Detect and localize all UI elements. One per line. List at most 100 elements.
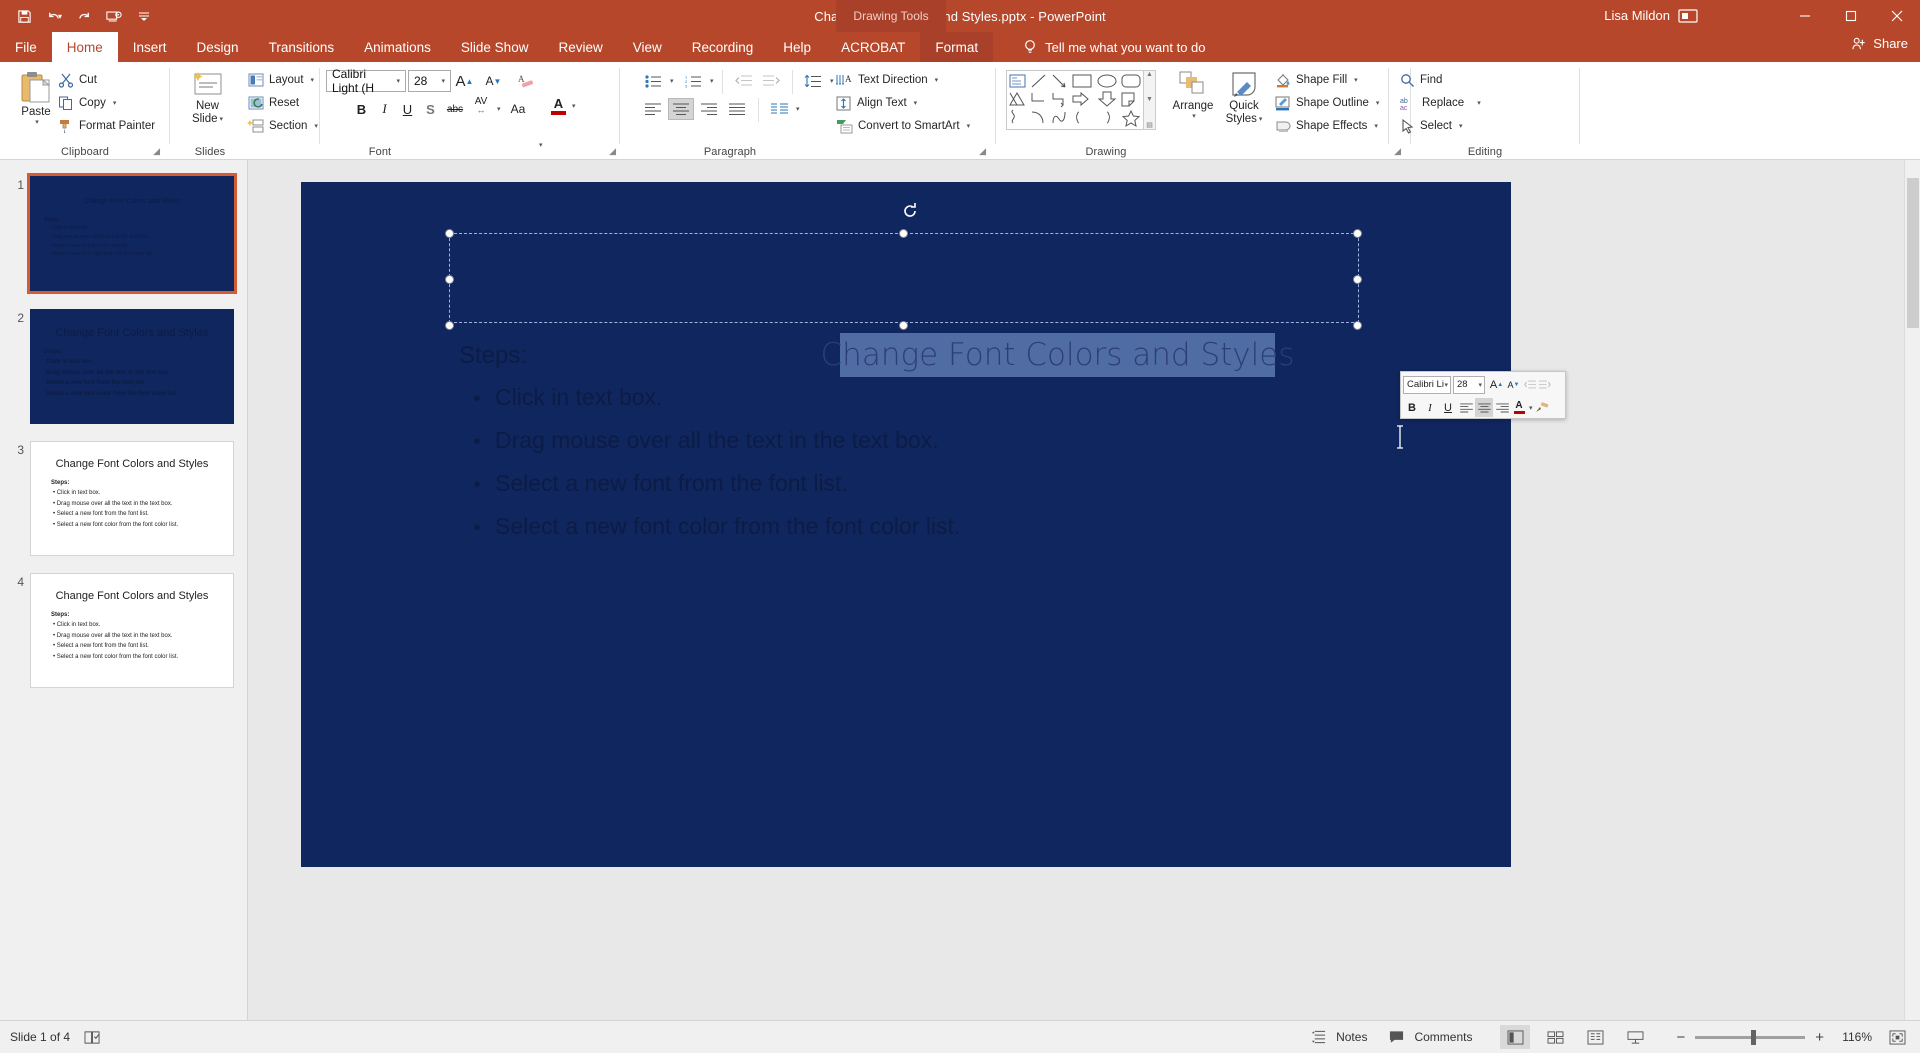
mini-align-left-button[interactable] (1457, 398, 1475, 417)
bold-button[interactable]: B (350, 98, 373, 120)
account-icon[interactable] (1678, 7, 1698, 30)
reset-button[interactable]: Reset (248, 93, 299, 113)
tab-transitions[interactable]: Transitions (254, 32, 350, 62)
align-center-button[interactable] (668, 98, 694, 120)
slide-thumbnail-pane[interactable]: 1 Change Font Colors and Styles Steps: C… (0, 160, 248, 1020)
slide-sorter-view-button[interactable] (1540, 1025, 1570, 1049)
resize-handle-bottom-right[interactable] (1353, 321, 1362, 330)
align-text-button[interactable]: Align Text ▾ (836, 93, 917, 113)
tab-format[interactable]: Format (920, 32, 994, 62)
vertical-scrollbar[interactable] (1904, 160, 1920, 1020)
tab-help[interactable]: Help (768, 32, 826, 62)
align-text-chevron-down-icon[interactable]: ▾ (914, 99, 918, 107)
underline-button[interactable]: U (396, 98, 419, 120)
mini-italic-button[interactable]: I (1421, 398, 1439, 417)
cut-button[interactable]: Cut (58, 70, 97, 90)
text-shadow-button[interactable]: S (419, 98, 442, 120)
resize-handle-bottom-center[interactable] (899, 321, 908, 330)
resize-handle-middle-right[interactable] (1353, 275, 1362, 284)
change-case-button[interactable]: Aa (505, 98, 531, 120)
character-spacing-button[interactable]: AV ↔ (468, 95, 494, 117)
start-from-beginning-icon[interactable] (100, 3, 128, 29)
resize-handle-middle-left[interactable] (445, 275, 454, 284)
bullets-button[interactable] (640, 70, 666, 92)
numbering-chevron-down-icon[interactable]: ▾ (710, 77, 714, 85)
mini-floating-toolbar[interactable]: Calibri Li ▾ 28 ▾ A ▲ A ▼ B I U A ▾ (1400, 371, 1566, 419)
arrange-button[interactable]: Arrange ▾ (1168, 70, 1218, 121)
numbering-button[interactable]: 123 (680, 70, 706, 92)
select-button[interactable]: Select ▾ (1400, 116, 1462, 136)
customize-quick-access-toolbar-icon[interactable] (130, 3, 158, 29)
shape-outline-button[interactable]: Shape Outline ▾ (1275, 93, 1379, 113)
tab-review[interactable]: Review (543, 32, 617, 62)
mini-grow-font-button[interactable]: A ▲ (1488, 375, 1505, 394)
reading-view-button[interactable] (1580, 1025, 1610, 1049)
zoom-slider[interactable] (1695, 1029, 1806, 1045)
fit-to-window-button[interactable] (1882, 1025, 1912, 1049)
mini-font-name-chevron-down-icon[interactable]: ▾ (1444, 381, 1450, 389)
mini-underline-button[interactable]: U (1439, 398, 1457, 417)
copy-button[interactable]: Copy ▾ (58, 93, 116, 113)
vertical-scrollbar-thumb[interactable] (1907, 178, 1919, 328)
mini-shrink-font-button[interactable]: A ▼ (1505, 375, 1522, 394)
find-button[interactable]: Find (1400, 70, 1442, 90)
convert-to-smartart-button[interactable]: Convert to SmartArt ▾ (836, 116, 970, 136)
zoom-slider-knob[interactable] (1751, 1029, 1757, 1045)
slide-editing-area[interactable]: Change Font Colors and Styles Steps: • C… (248, 160, 1920, 1020)
shape-fill-chevron-down-icon[interactable]: ▾ (1354, 76, 1358, 84)
shape-outline-chevron-down-icon[interactable]: ▾ (1376, 99, 1380, 107)
arrange-chevron-down-icon[interactable]: ▾ (1192, 113, 1196, 121)
rotate-handle[interactable] (901, 202, 919, 220)
zoom-level-label[interactable]: 116% (1834, 1030, 1872, 1044)
paste-chevron-down-icon[interactable]: ▾ (35, 119, 39, 127)
maximize-icon[interactable] (1828, 0, 1874, 32)
normal-view-button[interactable] (1500, 1025, 1531, 1049)
shapes-gallery[interactable]: ▲ ▼ ▤ (1006, 70, 1156, 130)
shapes-more-icon[interactable]: ▤ (1146, 121, 1153, 129)
quick-styles-button[interactable]: Quick Styles ▾ (1217, 70, 1271, 126)
thumbnail-item-3[interactable]: 3 Change Font Colors and Styles Steps: •… (0, 441, 247, 556)
tab-design[interactable]: Design (182, 32, 254, 62)
line-spacing-chevron-down-icon[interactable]: ▾ (830, 77, 834, 85)
resize-handle-top-center[interactable] (899, 229, 908, 238)
tab-acrobat[interactable]: ACROBAT (826, 32, 920, 62)
align-left-button[interactable] (640, 98, 666, 120)
save-icon[interactable] (10, 3, 38, 29)
zoom-in-button[interactable]: + (1815, 1029, 1824, 1046)
columns-button[interactable] (766, 98, 792, 120)
mini-bold-button[interactable]: B (1403, 398, 1421, 417)
share-button[interactable]: Share (1852, 36, 1908, 51)
clipboard-dialog-launcher[interactable]: ◢ (153, 146, 160, 157)
tab-recording[interactable]: Recording (677, 32, 769, 62)
mini-format-painter-button[interactable] (1533, 398, 1551, 417)
shapes-scroll-up-icon[interactable]: ▲ (1146, 71, 1153, 78)
text-direction-chevron-down-icon[interactable]: ▾ (935, 76, 939, 84)
thumbnail-1[interactable]: Change Font Colors and Styles Steps: Cli… (27, 173, 237, 294)
bullets-chevron-down-icon[interactable]: ▾ (670, 77, 674, 85)
quick-access-toolbar[interactable]: ▾ (0, 3, 158, 29)
copy-chevron-down-icon[interactable]: ▾ (113, 99, 117, 107)
shapes-scroll-down-icon[interactable]: ▼ (1146, 96, 1153, 103)
tab-file[interactable]: File (0, 32, 52, 62)
font-color-chevron-down-icon[interactable]: ▾ (572, 102, 576, 110)
undo-icon[interactable]: ▾ (40, 3, 68, 29)
close-icon[interactable] (1874, 0, 1920, 32)
resize-handle-top-right[interactable] (1353, 229, 1362, 238)
tab-view[interactable]: View (618, 32, 677, 62)
redo-icon[interactable] (70, 3, 98, 29)
title-placeholder[interactable]: Change Font Colors and Styles (449, 233, 1359, 377)
thumbnail-4[interactable]: Change Font Colors and Styles Steps: • C… (30, 573, 234, 688)
thumbnail-3[interactable]: Change Font Colors and Styles Steps: • C… (30, 441, 234, 556)
slide-canvas[interactable]: Change Font Colors and Styles Steps: • C… (301, 182, 1511, 867)
paragraph-dialog-launcher[interactable]: ◢ (979, 146, 986, 157)
format-painter-button[interactable]: Format Painter (58, 116, 155, 136)
mini-align-center-button[interactable] (1475, 398, 1493, 417)
increase-list-level-button[interactable] (758, 70, 784, 92)
replace-chevron-down-icon[interactable]: ▾ (1477, 99, 1481, 107)
line-spacing-button[interactable] (800, 70, 826, 92)
shape-effects-chevron-down-icon[interactable]: ▾ (1374, 122, 1378, 130)
strikethrough-button[interactable]: abc (442, 98, 468, 120)
tab-slide-show[interactable]: Slide Show (446, 32, 544, 62)
mini-align-right-button[interactable] (1493, 398, 1511, 417)
mini-font-name-combobox[interactable]: Calibri Li ▾ (1403, 375, 1451, 394)
